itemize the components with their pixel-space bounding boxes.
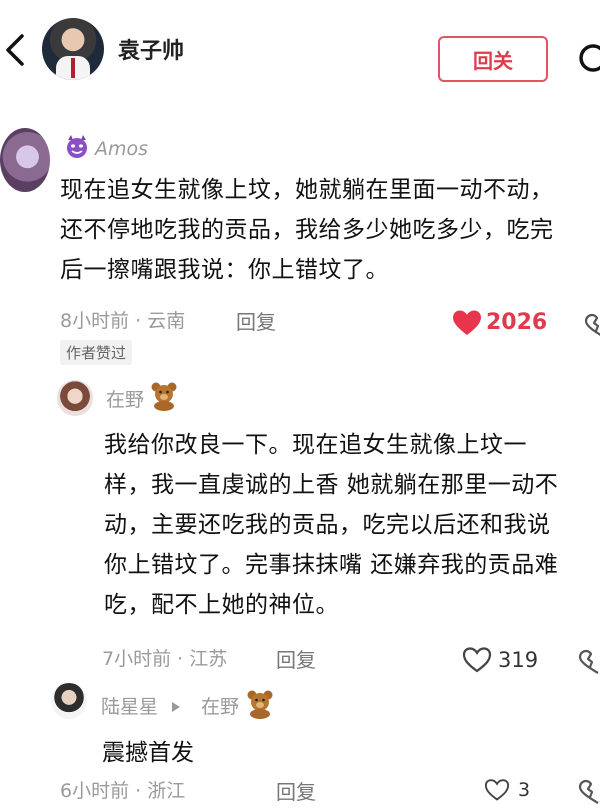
comment-line: 后一擦嘴跟我说：你上错坟了。 [60, 257, 389, 283]
comment-line: 样，我一直虔诚的上香 她就躺在那里一动不 [104, 472, 559, 498]
comment-time-location: 8小时前 · 云南 [60, 310, 186, 332]
reply-button[interactable]: 回复 [236, 306, 276, 335]
devil-emoji-icon [64, 133, 90, 159]
like-count: 3 [518, 779, 531, 801]
heart-outline-icon[interactable] [462, 646, 492, 674]
comment-line: 你上错坟了。完事抹抹嘴 还嫌弃我的贡品难 [104, 552, 559, 578]
reply-target-username[interactable]: 在野 [201, 692, 239, 719]
like-count: 2026 [486, 310, 548, 335]
comment-text: 震撼首发 [102, 740, 194, 766]
comment-time-location: 6小时前 · 浙江 [60, 780, 186, 802]
avatar[interactable] [51, 683, 87, 719]
broken-heart-icon[interactable] [584, 313, 600, 339]
comment-time-location: 7小时前 · 江苏 [102, 648, 228, 670]
reply-button[interactable]: 回复 [276, 644, 316, 673]
heart-outline-icon[interactable] [484, 778, 510, 802]
author-avatar[interactable] [42, 18, 104, 80]
comment-username[interactable]: 陆星星 [101, 692, 158, 719]
teddy-bear-emoji-icon [244, 689, 276, 719]
broken-heart-icon[interactable] [578, 649, 600, 675]
reply-button[interactable]: 回复 [276, 776, 316, 805]
comment-line: 我给你改良一下。现在追女生就像上坟一 [104, 432, 527, 458]
comment-line: 吃，配不上她的神位。 [104, 592, 339, 618]
broken-heart-icon[interactable] [578, 779, 600, 805]
refresh-icon[interactable] [578, 40, 600, 76]
comment-text: 现在追女生就像上坟，她就躺在里面一动不动， 还不停地吃我的贡品，我给多少她吃多少… [60, 170, 600, 290]
heart-filled-icon[interactable] [452, 309, 482, 337]
follow-back-button[interactable]: 回关 [438, 36, 548, 82]
author-name[interactable]: 袁子帅 [118, 33, 184, 65]
reply-arrow-icon [171, 698, 181, 712]
like-count: 319 [498, 648, 539, 672]
comment-text: 我给你改良一下。现在追女生就像上坟一 样，我一直虔诚的上香 她就躺在那里一动不 … [104, 425, 600, 625]
teddy-bear-emoji-icon [148, 381, 180, 411]
author-liked-badge: 作者赞过 [60, 340, 133, 365]
comment-username[interactable]: Amos [95, 138, 148, 160]
avatar[interactable] [57, 380, 93, 416]
comment-line: 动，主要还吃我的贡品，吃完以后还和我说 [104, 512, 551, 538]
back-icon[interactable] [2, 30, 30, 70]
comment-username[interactable]: 在野 [106, 385, 144, 412]
avatar[interactable] [0, 128, 50, 192]
comment-line: 还不停地吃我的贡品，我给多少她吃多少，吃完 [60, 217, 554, 243]
comment-line: 现在追女生就像上坟，她就躺在里面一动不动， [60, 177, 554, 203]
